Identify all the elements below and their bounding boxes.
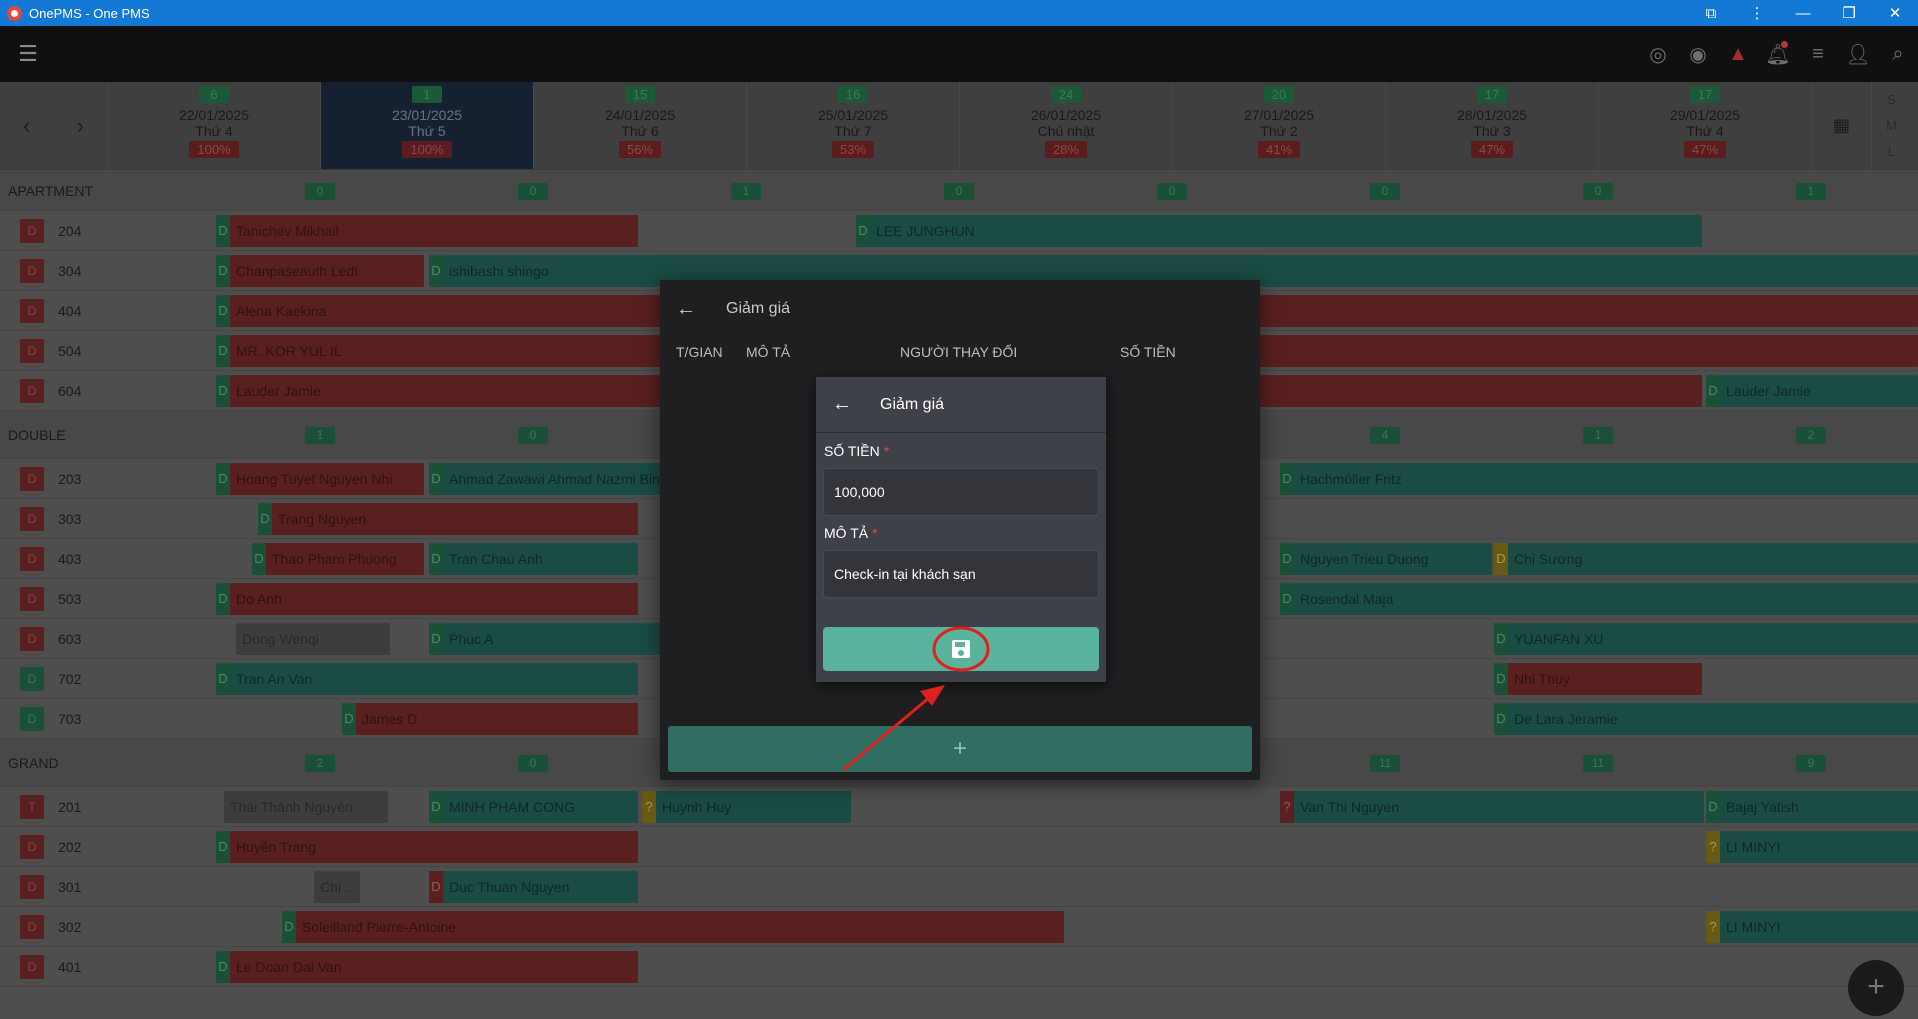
dialog-title: Giảm giá (726, 300, 791, 317)
search-icon[interactable]: ⌕ (1878, 26, 1918, 82)
window-restore-button[interactable]: ❐ (1826, 0, 1872, 26)
dialog-header: ← Giảm giá (660, 280, 1260, 338)
window-minimize-button[interactable]: — (1780, 0, 1826, 26)
dialog-header: ← Giảm giá (816, 377, 1106, 433)
amount-label: SỐ TIỀN * (824, 443, 889, 459)
column-description: MÔ TẢ (746, 344, 791, 360)
discount-table-header: T/GIAN MÔ TẢ NGƯỜI THAY ĐỔI SỐ TIỀN (660, 344, 1260, 372)
add-user-icon[interactable]: 👤︎ (1838, 26, 1878, 82)
save-disk-icon (952, 640, 970, 658)
column-changer: NGƯỜI THAY ĐỔI (900, 344, 1018, 360)
discount-form-dialog: ← Giảm giá SỐ TIỀN* MÔ TẢ* (816, 377, 1106, 682)
window-title: OnePMS - One PMS (29, 5, 150, 21)
warning-icon[interactable]: ▲ (1718, 26, 1758, 82)
window-more-icon[interactable]: ⋮ (1734, 0, 1780, 26)
save-button[interactable] (823, 627, 1099, 671)
window-extension-icon[interactable]: ⧉ (1688, 0, 1734, 26)
back-arrow-icon[interactable]: ← (676, 298, 698, 321)
add-discount-button[interactable]: + (668, 726, 1252, 772)
amount-label-text: SỐ TIỀN (824, 443, 880, 459)
column-amount: SỐ TIỀN (1120, 344, 1176, 360)
hamburger-menu-icon[interactable]: ☰ (0, 26, 56, 82)
dialog-title: Giảm giá (880, 395, 945, 413)
back-arrow-icon[interactable]: ← (832, 393, 852, 416)
window-titlebar: OnePMS - One PMS ⧉ ⋮ — ❐ ✕ (0, 0, 1918, 26)
description-label-text: MÔ TẢ (824, 525, 869, 541)
app-toolbar: ☰ ◎ ◉ ▲ 🔔︎ ≡ 👤︎ ⌕ (0, 26, 1918, 82)
column-time: T/GIAN (676, 344, 723, 360)
floating-add-button[interactable]: + (1848, 960, 1904, 1016)
notification-dot (1781, 41, 1788, 48)
app-logo-icon (7, 5, 22, 21)
window-close-button[interactable]: ✕ (1872, 0, 1918, 26)
amount-input[interactable] (823, 468, 1099, 516)
required-mark: * (883, 443, 890, 459)
description-label: MÔ TẢ * (824, 525, 878, 541)
eye-icon[interactable]: ◉ (1678, 26, 1718, 82)
fingerprint-icon[interactable]: ◎ (1638, 26, 1678, 82)
list-icon[interactable]: ≡ (1798, 26, 1838, 82)
description-input[interactable] (823, 550, 1099, 598)
required-mark: * (872, 525, 878, 541)
bell-icon[interactable]: 🔔︎ (1758, 26, 1798, 82)
